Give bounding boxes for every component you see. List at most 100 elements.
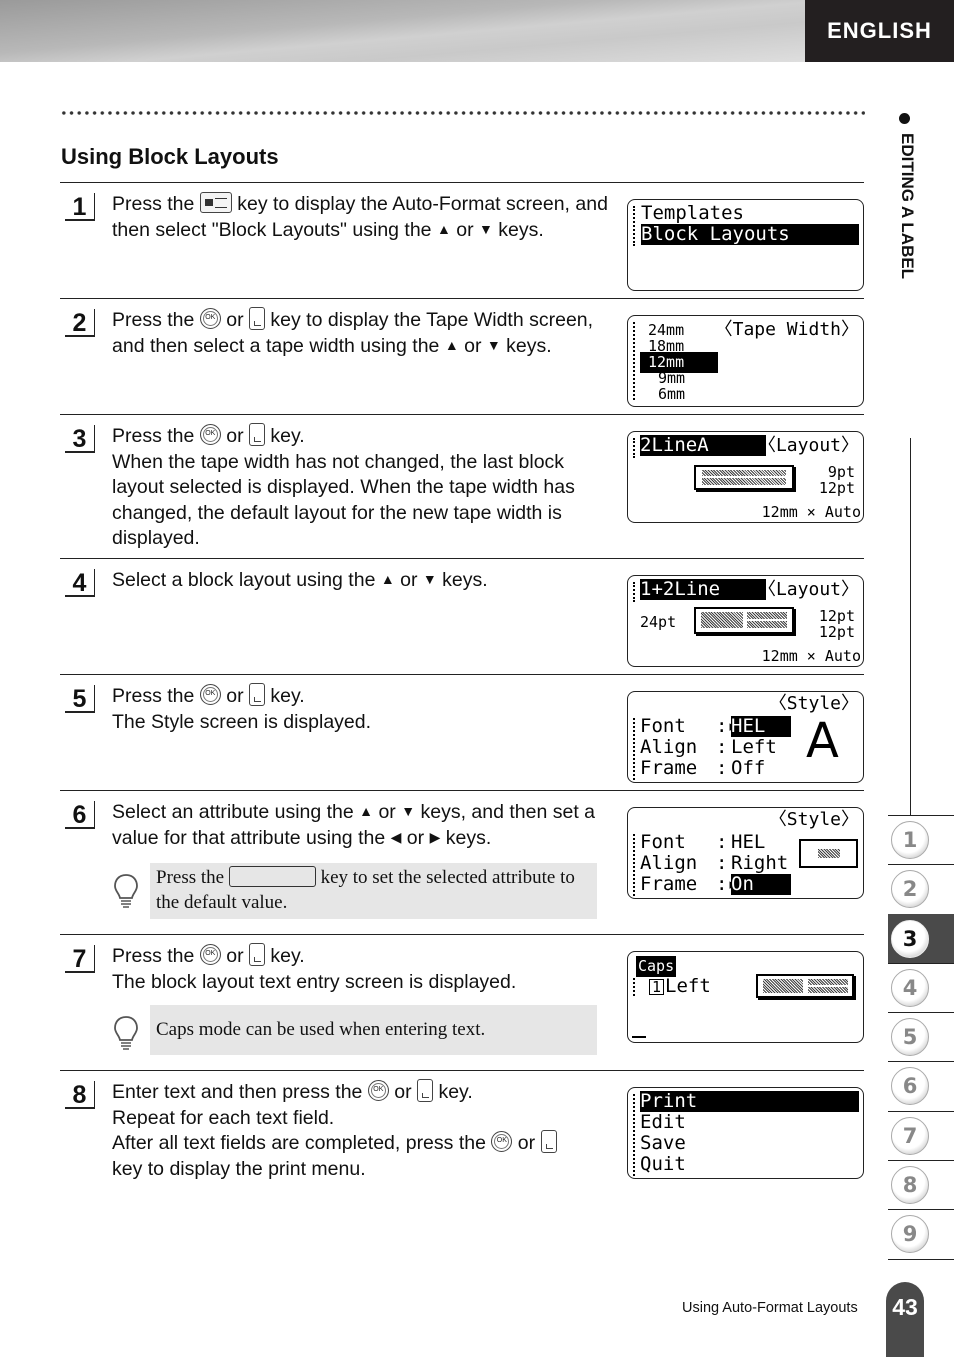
chapter-number: 8 — [891, 1166, 929, 1205]
lcd-layout-name: 2LineA — [640, 435, 766, 456]
enter-key-icon — [417, 1079, 434, 1103]
chapter-tab-4[interactable]: 4 — [888, 962, 954, 1012]
lcd-text-entry: Caps 1 Left — [627, 951, 864, 1043]
step-number: 7 — [65, 945, 95, 973]
text-line — [808, 979, 848, 985]
lcd-attr-value: Right — [731, 852, 789, 874]
chapter-tab-6[interactable]: 6 — [888, 1061, 954, 1110]
enter-key-icon — [248, 423, 265, 447]
lcd-attr-name: Frame — [640, 757, 698, 779]
chapter-number: 9 — [891, 1215, 929, 1254]
lcd-size: 12pt — [818, 479, 855, 497]
text-block — [701, 612, 743, 628]
text-line — [747, 621, 787, 628]
lcd-tape-width: 24mm 18mm 12mm 9mm 6mm 〈Tape Width〉 — [627, 315, 864, 407]
scroll-indicator-icon — [633, 1094, 636, 1176]
step-number: 6 — [65, 801, 95, 829]
lcd-style-frame: 〈Style〉 Font : HEL Align : Right Frame :… — [627, 807, 864, 899]
step-8: 8 Enter text and then press the OK or ke… — [60, 1070, 864, 1200]
ok-key-icon: OK — [491, 1131, 513, 1153]
tape-preview — [694, 465, 794, 490]
chapter-number: 5 — [891, 1018, 929, 1057]
lcd-colon: : — [716, 736, 728, 758]
lcd-print-menu: Print Edit Save Quit — [627, 1087, 864, 1179]
step-text: Press the key to display the Auto-Format… — [112, 192, 608, 241]
field-number: 1 — [649, 979, 665, 995]
step-text: Select a block layout using the ▲ or ▼ k… — [112, 569, 488, 591]
step-7: 7 Press the OK or key. The block layout … — [60, 934, 864, 1070]
lightbulb-icon — [114, 874, 138, 908]
lcd-row-selected: Print — [640, 1091, 859, 1112]
lcd-title: 〈Style〉 — [768, 809, 859, 830]
lcd-row: 6mm — [658, 385, 686, 403]
tape-preview — [756, 974, 854, 998]
chapter-number: 2 — [891, 870, 929, 909]
text-line — [747, 612, 787, 619]
lcd-title: 〈Style〉 — [768, 693, 859, 714]
lcd-attr-value-selected: On — [731, 874, 791, 895]
lcd-tape-size: 12mm × Auto — [761, 647, 861, 665]
step-3: 3 Press the OK or key. When the tape wid… — [60, 414, 864, 558]
enter-key-icon — [248, 307, 265, 331]
scroll-indicator-icon — [633, 582, 636, 602]
chapter-tab-7[interactable]: 7 — [888, 1110, 954, 1160]
text-line — [702, 478, 786, 485]
lcd-attr-name: Align — [640, 736, 698, 758]
language-tab: ENGLISH — [805, 0, 954, 62]
lcd-attr-name: Font — [640, 831, 686, 853]
section-title: Using Block Layouts — [61, 144, 279, 169]
text-block — [763, 979, 803, 993]
dotted-divider — [60, 110, 865, 116]
lcd-title: 〈Layout〉 — [757, 435, 859, 456]
chapter-number: 7 — [891, 1116, 929, 1155]
side-divider — [910, 438, 911, 815]
field-label: Left — [665, 975, 711, 997]
enter-key-icon — [248, 943, 265, 967]
tip-box: Press the key to set the selected attrib… — [150, 863, 597, 919]
chapter-tab-1[interactable]: 1 — [888, 815, 954, 864]
enter-key-icon — [540, 1130, 557, 1154]
lcd-layout-1plus2line: 1+2Line 〈Layout〉 24pt 12pt 12pt 12mm × A… — [627, 575, 864, 667]
step-text: Enter text and then press the OK or key.… — [112, 1079, 612, 1182]
chapter-number: 3 — [891, 919, 929, 958]
chapter-number: 4 — [891, 968, 929, 1007]
down-arrow-icon: ▼ — [479, 220, 493, 237]
step-2: 2 Press the OK or key to display the Tap… — [60, 298, 864, 414]
text-line — [808, 987, 848, 993]
frame-preview — [799, 839, 858, 868]
page-number: 43 — [886, 1282, 924, 1357]
lcd-row: Save — [640, 1132, 686, 1154]
up-arrow-icon: ▲ — [436, 220, 451, 237]
tip-box: Caps mode can be used when entering text… — [150, 1005, 597, 1055]
lcd-layout-name: 1+2Line — [640, 579, 766, 600]
chapter-number: 1 — [891, 821, 929, 859]
chapter-tab-2[interactable]: 2 — [888, 864, 954, 913]
header-band — [0, 0, 805, 62]
lcd-attr-name: Align — [640, 852, 698, 874]
ok-key-icon: OK — [199, 308, 221, 330]
scroll-indicator-icon — [633, 834, 636, 896]
lcd-title: 〈Tape Width〉 — [714, 319, 859, 340]
chapter-tab-5[interactable]: 5 — [888, 1012, 954, 1061]
lcd-row-selected: Block Layouts — [641, 224, 859, 245]
chapter-tab-3-active[interactable]: 3 — [888, 913, 954, 963]
chapter-tab-8[interactable]: 8 — [888, 1160, 954, 1209]
step-number: 4 — [65, 569, 95, 597]
chapter-tab-9[interactable]: 9 — [888, 1209, 954, 1258]
step-text: Select an attribute using the ▲ or ▼ key… — [112, 801, 596, 849]
lcd-layout-2linea: 2LineA 〈Layout〉 9pt 12pt 12mm × Auto — [627, 431, 864, 523]
text-line — [702, 470, 786, 476]
lcd-colon: : — [716, 831, 728, 853]
right-arrow-icon: ▶ — [429, 828, 441, 845]
step-number: 5 — [65, 685, 95, 713]
down-arrow-icon: ▼ — [401, 803, 416, 820]
lcd-row: Templates — [641, 202, 744, 224]
lcd-attr-name: Font — [640, 715, 686, 737]
scroll-indicator-icon — [633, 978, 636, 996]
font-preview: A — [806, 713, 839, 769]
scroll-indicator-icon — [633, 322, 636, 400]
lcd-attr-value-selected: HEL — [731, 716, 791, 737]
lcd-attr-value: HEL — [731, 831, 766, 853]
scroll-indicator-icon — [633, 206, 636, 246]
lcd-tape-size: 12mm × Auto — [761, 503, 861, 521]
